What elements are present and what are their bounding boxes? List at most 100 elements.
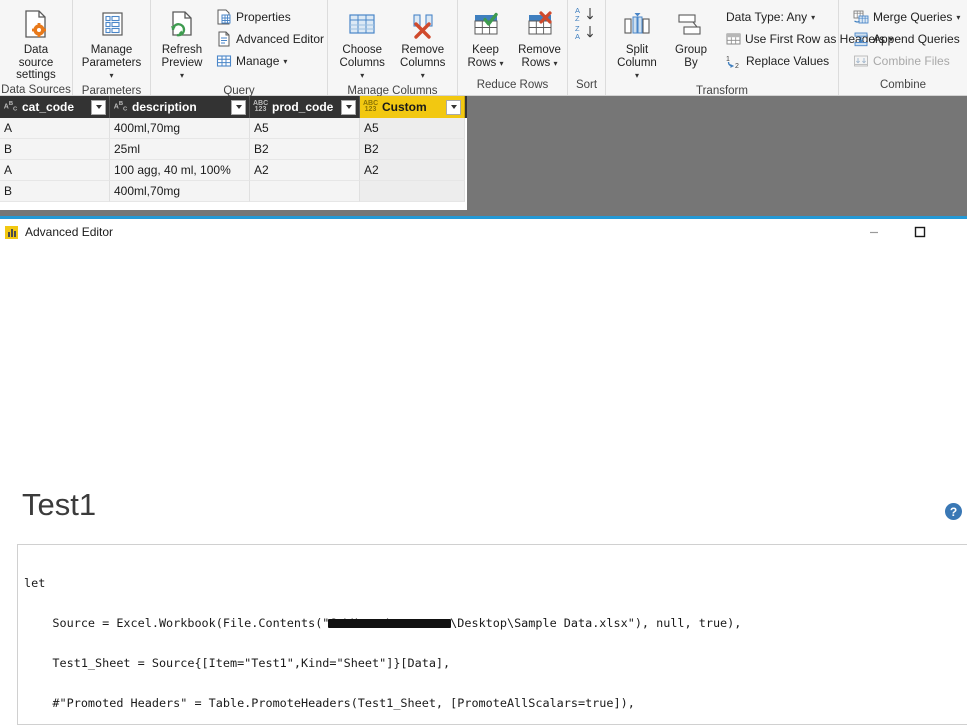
- cell-cat-code: B: [0, 139, 110, 160]
- remove-columns-label: Remove Columns ▾: [400, 44, 446, 80]
- split-column-icon: [621, 8, 653, 42]
- sort-ascending-icon: A Z: [574, 6, 600, 23]
- code-line-2-post: \Desktop\Sample Data.xlsx"), null, true)…: [450, 616, 742, 631]
- chevron-down-icon: ▾: [499, 58, 504, 68]
- code-line-4: #"Promoted Headers" = Table.PromoteHeade…: [24, 696, 635, 711]
- column-header-cat-code[interactable]: ABC cat_code: [0, 96, 110, 118]
- cell-cat-code: A: [0, 160, 110, 181]
- manage-parameters-button[interactable]: Manage Parameters ▾: [77, 5, 146, 83]
- column-filter-dropdown-prod-code[interactable]: [341, 99, 356, 115]
- cell-description: 400ml,70mg: [110, 181, 250, 202]
- chevron-down-icon: ▾: [811, 12, 816, 22]
- chevron-down-icon: ▾: [179, 71, 184, 80]
- cell-prod-code: A5: [250, 118, 360, 139]
- cell-description: 100 agg, 40 ml, 100%: [110, 160, 250, 181]
- refresh-preview-button[interactable]: Refresh Preview ▾: [155, 5, 209, 83]
- ribbon-toolbar: Data source settings Data Sources Manage…: [0, 0, 967, 97]
- ribbon-group-label-reduce-rows: Reduce Rows: [476, 79, 549, 91]
- ribbon-group-data-sources: Data source settings Data Sources: [0, 0, 73, 96]
- refresh-preview-label: Refresh Preview ▾: [161, 44, 203, 80]
- column-header-label: Custom: [382, 100, 427, 114]
- advanced-editor-label: Advanced Editor: [236, 32, 325, 46]
- column-header-prod-code[interactable]: ABC 123 prod_code: [250, 96, 360, 118]
- code-line-2-pre: Source = Excel.Workbook(File.Contents(": [24, 616, 330, 631]
- chevron-down-icon: ▾: [420, 71, 425, 80]
- replace-values-label: Replace Values: [746, 54, 830, 68]
- column-filter-dropdown-custom[interactable]: [446, 99, 461, 115]
- chevron-down-icon: ▾: [283, 56, 288, 66]
- manage-label: Manage: [236, 54, 280, 68]
- maximize-button[interactable]: [897, 219, 943, 245]
- cell-description: 25ml: [110, 139, 250, 160]
- any-type-icon: ABC 123: [253, 100, 269, 113]
- properties-icon: [216, 9, 232, 25]
- keep-rows-icon: [470, 8, 502, 42]
- append-queries-button[interactable]: Append Queries: [849, 29, 964, 49]
- cell-prod-code: [250, 181, 360, 202]
- cell-prod-code: B2: [250, 139, 360, 160]
- column-filter-dropdown-cat-code[interactable]: [91, 99, 106, 115]
- ribbon-group-label-sort: Sort: [575, 79, 598, 91]
- column-filter-dropdown-description[interactable]: [231, 99, 246, 115]
- column-header-custom[interactable]: ABC 123 Custom: [360, 96, 465, 118]
- minimize-button[interactable]: [851, 219, 897, 245]
- append-queries-icon: [853, 32, 869, 47]
- ribbon-group-label-combine: Combine: [879, 79, 927, 91]
- code-content: let Source = Excel.Workbook(File.Content…: [18, 545, 967, 724]
- minimize-icon: [870, 231, 878, 234]
- svg-text:2: 2: [735, 63, 739, 69]
- column-header-description[interactable]: ABC description: [110, 96, 250, 118]
- cell-cat-code: A: [0, 118, 110, 139]
- dialog-title-bar: Advanced Editor: [0, 219, 967, 245]
- split-column-button[interactable]: Split Column ▾: [610, 5, 664, 83]
- column-header-label: prod_code: [272, 100, 334, 114]
- advanced-editor-dialog: Advanced Editor Test1 ? let Source = Exc…: [0, 219, 967, 725]
- manage-button[interactable]: Manage ▾: [212, 51, 328, 71]
- sort-ascending-button[interactable]: A Z: [574, 6, 600, 23]
- query-code-editor[interactable]: let Source = Excel.Workbook(File.Content…: [17, 544, 967, 725]
- data-type-label: Data Type: Any: [726, 10, 808, 24]
- column-header-label: cat_code: [22, 100, 75, 114]
- text-type-icon: ABC: [113, 100, 128, 113]
- replace-values-icon: 1 2: [726, 54, 742, 70]
- append-queries-label: Append Queries: [873, 32, 960, 46]
- choose-columns-button[interactable]: Choose Columns ▾: [332, 5, 393, 83]
- advanced-editor-button[interactable]: Advanced Editor: [212, 29, 328, 49]
- choose-columns-icon: [346, 8, 378, 42]
- ribbon-group-transform: Split Column ▾ Group By Data Type: Any ▾: [606, 0, 893, 97]
- chevron-down-icon: ▾: [360, 71, 365, 80]
- properties-button[interactable]: Properties: [212, 7, 328, 27]
- combine-files-label: Combine Files: [873, 54, 950, 68]
- ribbon-group-combine: Merge Queries ▾ Append Queries Combine F…: [839, 0, 967, 95]
- manage-parameters-icon: [97, 8, 127, 42]
- combine-files-icon: [853, 54, 869, 69]
- ribbon-group-sort: A Z Z A Sort: [568, 0, 606, 95]
- svg-text:1: 1: [726, 56, 730, 63]
- keep-rows-button[interactable]: Keep Rows ▾: [459, 5, 513, 70]
- chevron-down-icon: ▾: [634, 71, 639, 80]
- page-title: Test1: [22, 487, 97, 522]
- properties-label: Properties: [236, 10, 291, 24]
- cell-custom: B2: [360, 139, 465, 160]
- cell-description: 400ml,70mg: [110, 118, 250, 139]
- remove-rows-icon: [524, 8, 556, 42]
- first-row-headers-icon: [726, 32, 741, 46]
- remove-rows-button[interactable]: Remove Rows ▾: [513, 5, 567, 70]
- combine-files-button[interactable]: Combine Files: [849, 51, 964, 71]
- maximize-icon: [914, 226, 926, 238]
- split-column-label: Split Column ▾: [617, 44, 657, 80]
- column-header-label: description: [132, 100, 197, 114]
- merge-queries-button[interactable]: Merge Queries ▾: [849, 7, 964, 27]
- modal-backdrop-right: [467, 96, 967, 214]
- data-source-settings-button[interactable]: Data source settings: [4, 5, 68, 82]
- refresh-preview-icon: [167, 8, 197, 42]
- chevron-down-icon: ▾: [956, 12, 961, 22]
- dialog-title-label: Advanced Editor: [25, 225, 114, 239]
- sort-descending-button[interactable]: Z A: [574, 24, 600, 41]
- remove-columns-button[interactable]: Remove Columns ▾: [393, 5, 454, 83]
- code-line-1: let: [24, 575, 46, 590]
- redacted-file-path: C:\Users\username: [328, 616, 451, 631]
- group-by-button[interactable]: Group By: [664, 5, 718, 69]
- manage-icon: [216, 53, 232, 69]
- cell-cat-code: B: [0, 181, 110, 202]
